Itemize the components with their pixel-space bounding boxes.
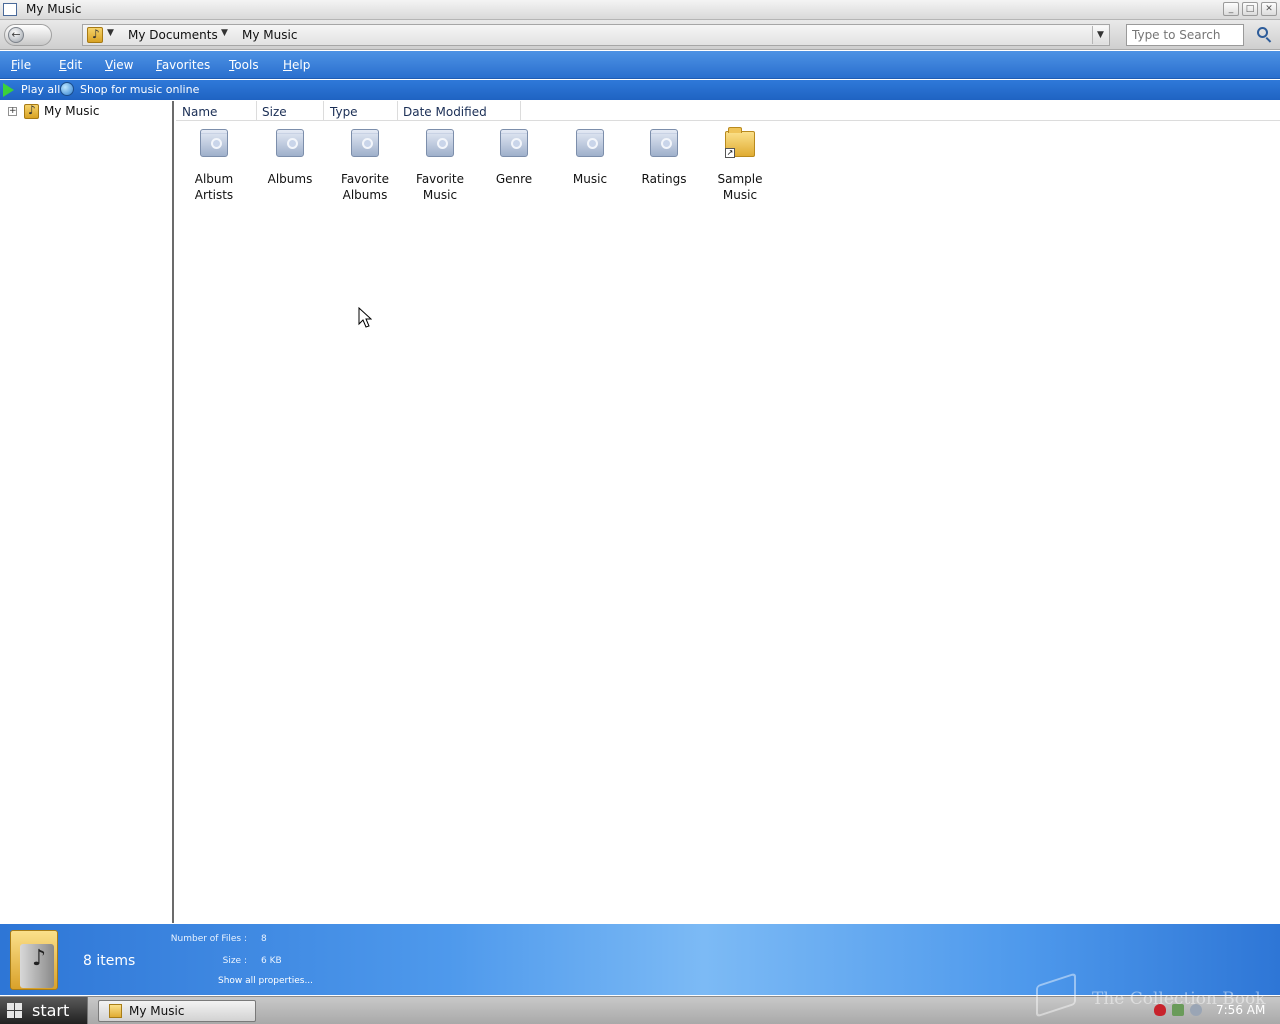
address-toolbar: ← ▼ My Documents ▼ My Music ▼ [0, 20, 1280, 50]
list-item-album-artists[interactable]: Album Artists [176, 127, 252, 203]
menu-favorites[interactable]: Favorites [156, 58, 210, 72]
file-list-pane[interactable]: Name Size Type Date Modified Album Artis… [176, 101, 1280, 923]
items-count: 8 items [83, 953, 136, 969]
windows-logo-icon [7, 1003, 23, 1019]
address-field[interactable]: ▼ My Documents ▼ My Music ▼ [82, 24, 1110, 46]
show-all-properties-link[interactable]: Show all properties... [218, 976, 313, 986]
item-label: Album Artists [194, 172, 234, 202]
volume-icon[interactable] [1190, 1004, 1202, 1016]
network-icon[interactable] [1172, 1004, 1184, 1016]
window-icon[interactable] [3, 3, 17, 16]
menu-tools[interactable]: Tools [229, 58, 259, 72]
taskbar: start My Music 7:56 AM [0, 996, 1280, 1024]
system-tray: 7:56 AM [1150, 997, 1280, 1024]
number-of-files-label: Number of Files : [170, 934, 247, 944]
item-label: Sample Music [717, 172, 763, 202]
search-folder-icon [498, 127, 530, 159]
item-label: Ratings [641, 172, 687, 186]
list-item-sample-music[interactable]: ↗ Sample Music [702, 127, 778, 203]
item-label: Favorite Albums [341, 172, 389, 202]
tree-item-my-music[interactable]: My Music [44, 104, 99, 118]
crumb-my-music[interactable]: My Music [242, 28, 297, 42]
play-icon[interactable] [3, 83, 14, 97]
size-label: Size : [222, 956, 247, 966]
taskbar-button-label: My Music [129, 1004, 185, 1018]
menu-edit[interactable]: Edit [59, 58, 82, 72]
menu-file[interactable]: File [11, 58, 31, 72]
music-folder-large-icon: ♪ [6, 928, 60, 990]
number-of-files-value: 8 [261, 934, 267, 944]
list-item-favorite-albums[interactable]: Favorite Albums [327, 127, 403, 203]
item-label: Albums [267, 172, 313, 186]
crumb-my-documents[interactable]: My Documents [128, 28, 218, 42]
search-folder-icon [574, 127, 606, 159]
search-folder-icon [648, 127, 680, 159]
search-folder-icon [349, 127, 381, 159]
column-header-size[interactable]: Size [256, 101, 324, 121]
title-bar[interactable]: My Music _ □ ✕ [0, 0, 1280, 20]
maximize-button[interactable]: □ [1242, 2, 1258, 16]
menu-bar: File Edit View Favorites Tools Help [0, 51, 1280, 79]
item-label: Favorite Music [416, 172, 464, 202]
item-label: Genre [495, 172, 533, 186]
window-title: My Music [26, 2, 82, 16]
column-headers: Name Size Type Date Modified [176, 101, 1280, 121]
folder-icon [109, 1004, 122, 1018]
mouse-cursor-icon [358, 307, 372, 328]
music-folder-icon [87, 27, 103, 43]
column-header-date-modified[interactable]: Date Modified [397, 101, 521, 121]
item-label: Music [572, 172, 608, 186]
list-item-music[interactable]: Music [552, 127, 628, 187]
crumb-dropdown-icon[interactable]: ▼ [221, 28, 228, 38]
start-button[interactable]: start [0, 997, 88, 1024]
menu-view[interactable]: View [105, 58, 133, 72]
back-arrow-icon: ← [8, 27, 24, 43]
shop-music-online-button[interactable]: Shop for music online [80, 83, 199, 96]
list-item-favorite-music[interactable]: Favorite Music [402, 127, 478, 203]
search-folder-icon [274, 127, 306, 159]
address-dropdown-button[interactable]: ▼ [1092, 26, 1108, 44]
clock[interactable]: 7:56 AM [1216, 1003, 1265, 1017]
search-folder-icon [424, 127, 456, 159]
start-label: start [32, 1001, 70, 1020]
list-item-ratings[interactable]: Ratings [626, 127, 702, 187]
back-button[interactable]: ← [4, 24, 52, 46]
search-icon[interactable] [1256, 26, 1274, 44]
command-bar: Play all Shop for music online [0, 80, 1280, 100]
globe-icon[interactable] [60, 82, 74, 96]
folder-shortcut-icon: ↗ [724, 127, 756, 159]
close-button[interactable]: ✕ [1261, 2, 1277, 16]
taskbar-button-my-music[interactable]: My Music [98, 1000, 256, 1022]
details-pane: ♪ 8 items Number of Files : 8 Size : 6 K… [0, 924, 1280, 995]
menu-help[interactable]: Help [283, 58, 310, 72]
tree-expand-icon[interactable]: + [8, 107, 17, 116]
size-value: 6 KB [261, 956, 282, 966]
play-all-button[interactable]: Play all [21, 83, 60, 96]
music-folder-icon[interactable] [24, 103, 39, 119]
column-header-name[interactable]: Name [176, 101, 257, 121]
search-folder-icon [198, 127, 230, 159]
list-item-genre[interactable]: Genre [476, 127, 552, 187]
minimize-button[interactable]: _ [1223, 2, 1239, 16]
crumb-dropdown-icon[interactable]: ▼ [107, 28, 114, 38]
security-shield-icon[interactable] [1154, 1004, 1166, 1016]
column-header-type[interactable]: Type [324, 101, 398, 121]
list-item-albums[interactable]: Albums [252, 127, 328, 187]
folder-tree-pane: + My Music [0, 101, 174, 923]
search-input[interactable] [1126, 24, 1244, 46]
